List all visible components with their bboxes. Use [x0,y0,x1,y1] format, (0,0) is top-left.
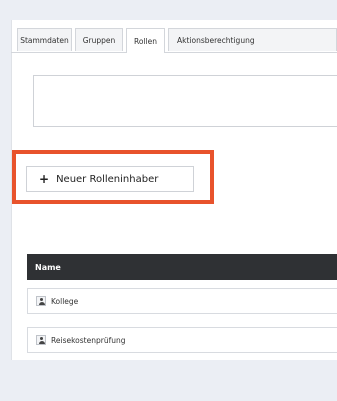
tab-gruppen[interactable]: Gruppen [75,28,123,51]
column-header-label: Name [35,262,61,272]
tab-label: Aktionsberechtigung [177,35,255,45]
user-icon [36,296,46,306]
tab-label: Gruppen [82,35,116,45]
tab-rollen[interactable]: Rollen [126,28,165,53]
tab-stammdaten[interactable]: Stammdaten [17,28,72,51]
tab-aktionsberechtigung[interactable]: Aktionsberechtigung [168,28,337,51]
tab-label: Stammdaten [20,35,69,45]
roles-text-area[interactable] [33,75,337,127]
table-row[interactable]: Reisekostenprüfung [27,327,337,353]
table-header-name[interactable]: Name [27,254,337,280]
user-icon [36,335,46,345]
highlight-box [12,150,214,204]
table-row[interactable]: Kollege [27,288,337,314]
tab-bar: Stammdaten Gruppen Rollen Aktionsberecht… [11,28,337,53]
row-label: Kollege [51,296,79,306]
tab-label: Rollen [134,36,157,46]
row-label: Reisekostenprüfung [51,335,126,345]
